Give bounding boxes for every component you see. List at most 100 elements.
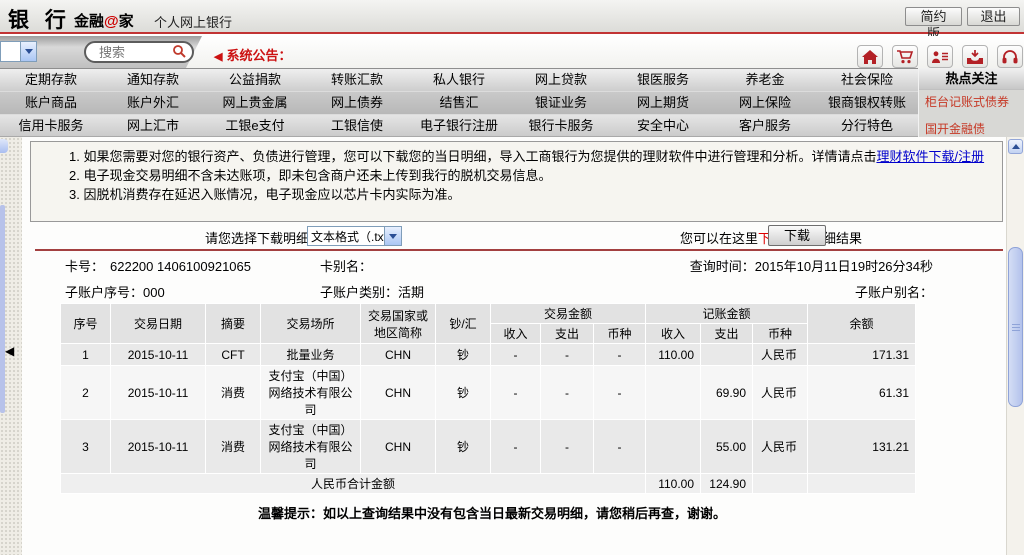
nav-item-r1c1[interactable]: 定期存款 <box>0 69 102 91</box>
footer-total-label: 人民币合计金额 <box>60 473 646 494</box>
col-group-trade-amount: 交易金额 <box>490 303 646 324</box>
logout-button[interactable]: 退出 <box>967 7 1020 26</box>
contacts-icon[interactable] <box>927 45 953 68</box>
cell-date: 2015-10-11 <box>110 365 206 420</box>
col-header-seq: 序号 <box>60 303 111 344</box>
format-select-value: 文本格式（.txt） <box>311 229 384 244</box>
nav-item-r3c7[interactable]: 安全中心 <box>612 115 714 137</box>
nav-item-r2c4[interactable]: 网上债券 <box>306 92 408 114</box>
hotspot-link-cdb-bonds[interactable]: 国开金融债 <box>919 110 1024 137</box>
col-header-place: 交易场所 <box>260 303 361 344</box>
nav-item-r1c8[interactable]: 养老金 <box>714 69 816 91</box>
hotspot-panel: 热点关注 柜台记账式债券 国开金融债 <box>918 68 1024 146</box>
scrollbar-thumb[interactable] <box>1008 247 1023 407</box>
col-header-book-in: 收入 <box>645 323 701 344</box>
simple-version-button[interactable]: 简约版 <box>905 7 962 41</box>
cell-trade-out: - <box>540 419 594 474</box>
cell-trade-in: - <box>490 343 541 366</box>
software-download-link[interactable]: 理财软件下载/注册 <box>876 149 984 164</box>
nav-item-r2c7[interactable]: 网上期货 <box>612 92 714 114</box>
cell-book-out <box>700 343 753 366</box>
table-row-2: 2 2015-10-11 消费 支付宝（中国）网络技术有限公司 CHN 钞 - … <box>60 365 916 420</box>
col-header-trade-in: 收入 <box>490 323 541 344</box>
chevron-down-icon[interactable] <box>384 227 401 245</box>
nav-item-r2c8[interactable]: 网上保险 <box>714 92 816 114</box>
vertical-scrollbar[interactable] <box>1006 137 1024 555</box>
cell-summary: 消费 <box>205 365 261 420</box>
nav-item-r2c9[interactable]: 银商银权转账 <box>816 92 918 114</box>
col-header-trade-cur: 币种 <box>593 323 646 344</box>
nav-item-r1c6[interactable]: 网上贷款 <box>510 69 612 91</box>
nav-item-r3c1[interactable]: 信用卡服务 <box>0 115 102 137</box>
nav-row-1: 定期存款 通知存款 公益捐款 转账汇款 私人银行 网上贷款 银医服务 养老金 社… <box>0 68 918 91</box>
system-announcement: ◀ 系统公告： <box>214 48 292 63</box>
footer-empty-cur <box>752 473 808 494</box>
nav-item-r1c7[interactable]: 银医服务 <box>612 69 714 91</box>
nav-item-r3c3[interactable]: 工银e支付 <box>204 115 306 137</box>
search-icon[interactable] <box>172 44 186 61</box>
search-input[interactable] <box>99 44 169 60</box>
search-box[interactable] <box>84 41 194 63</box>
menu-dropdown[interactable] <box>0 41 37 62</box>
cell-place: 批量业务 <box>260 343 361 366</box>
nav-item-r2c5[interactable]: 结售汇 <box>408 92 510 114</box>
card-alias-field: 卡别名： <box>320 259 373 274</box>
red-divider <box>35 249 1003 251</box>
nav-item-r1c5[interactable]: 私人银行 <box>408 69 510 91</box>
chevron-down-icon[interactable] <box>20 42 36 61</box>
top-header-bar: 银 行 金融@家 个人网上银行 简约版 退出 <box>0 0 1024 41</box>
inbox-download-icon[interactable] <box>962 45 988 68</box>
cell-date: 2015-10-11 <box>110 419 206 474</box>
download-button[interactable]: 下载 <box>768 225 826 246</box>
cell-book-cur: 人民币 <box>752 365 808 420</box>
nav-item-r1c2[interactable]: 通知存款 <box>102 69 204 91</box>
card-number-field: 卡号： 622200 1406100921065 <box>65 259 251 274</box>
nav-item-r2c2[interactable]: 账户外汇 <box>102 92 204 114</box>
nav-item-r3c8[interactable]: 客户服务 <box>714 115 816 137</box>
cell-trade-cur: - <box>593 343 646 366</box>
cell-book-in <box>645 365 701 420</box>
cart-icon[interactable] <box>892 45 918 68</box>
nav-row-2: 账户商品 账户外汇 网上贵金属 网上债券 结售汇 银证业务 网上期货 网上保险 … <box>0 91 918 114</box>
nav-item-r1c3[interactable]: 公益捐款 <box>204 69 306 91</box>
scroll-up-icon[interactable] <box>1008 139 1023 154</box>
cell-book-cur: 人民币 <box>752 343 808 366</box>
subaccount-alias-field: 子账户别名： <box>854 285 933 300</box>
subaccount-type-field: 子账户类别：活期 <box>320 285 425 300</box>
collapse-panel-icon[interactable]: ◀ <box>5 345 14 357</box>
nav-item-r2c1[interactable]: 账户商品 <box>0 92 102 114</box>
cell-seq: 2 <box>60 365 111 420</box>
nav-item-r1c4[interactable]: 转账汇款 <box>306 69 408 91</box>
nav-item-r2c6[interactable]: 银证业务 <box>510 92 612 114</box>
cell-balance: 61.31 <box>807 365 916 420</box>
cell-trade-out: - <box>540 365 594 420</box>
nav-row-3: 信用卡服务 网上汇市 工银e支付 工银信使 电子银行注册 银行卡服务 安全中心 … <box>0 114 918 137</box>
format-select[interactable]: 文本格式（.txt） <box>307 226 402 246</box>
nav-item-r3c5[interactable]: 电子银行注册 <box>408 115 510 137</box>
main-content: 1. 如果您需要对您的银行资产、负债进行管理，您可以下载您的当日明细，导入工商银… <box>22 137 1006 555</box>
nav-item-r2c3[interactable]: 网上贵金属 <box>204 92 306 114</box>
hotspot-link-otc-bonds[interactable]: 柜台记账式债券 <box>919 90 1024 110</box>
cell-country: CHN <box>360 343 436 366</box>
cell-trade-cur: - <box>593 365 646 420</box>
cell-seq: 1 <box>60 343 111 366</box>
cell-date: 2015-10-11 <box>110 343 206 366</box>
col-header-book-cur: 币种 <box>752 323 808 344</box>
main-nav-menu: 定期存款 通知存款 公益捐款 转账汇款 私人银行 网上贷款 银医服务 养老金 社… <box>0 68 918 137</box>
footer-total-out: 124.90 <box>700 473 753 494</box>
notice-line-1: 1. 如果您需要对您的银行资产、负债进行管理，您可以下载您的当日明细，导入工商银… <box>69 149 985 164</box>
nav-item-r3c2[interactable]: 网上汇市 <box>102 115 204 137</box>
cell-place: 支付宝（中国）网络技术有限公司 <box>260 419 361 474</box>
left-scrollbar-thumb[interactable] <box>0 205 5 413</box>
nav-item-r3c6[interactable]: 银行卡服务 <box>510 115 612 137</box>
home-icon[interactable] <box>857 45 883 68</box>
cell-balance: 131.21 <box>807 419 916 474</box>
table-row-3: 3 2015-10-11 消费 支付宝（中国）网络技术有限公司 CHN 钞 - … <box>60 419 916 474</box>
nav-item-r3c4[interactable]: 工银信使 <box>306 115 408 137</box>
nav-item-r3c9[interactable]: 分行特色 <box>816 115 918 137</box>
nav-item-r1c9[interactable]: 社会保险 <box>816 69 918 91</box>
support-headset-icon[interactable] <box>997 45 1023 68</box>
query-time-field: 查询时间：2015年10月11日19时26分34秒 <box>689 259 933 274</box>
cell-country: CHN <box>360 419 436 474</box>
left-scroll-nub[interactable] <box>0 139 8 153</box>
